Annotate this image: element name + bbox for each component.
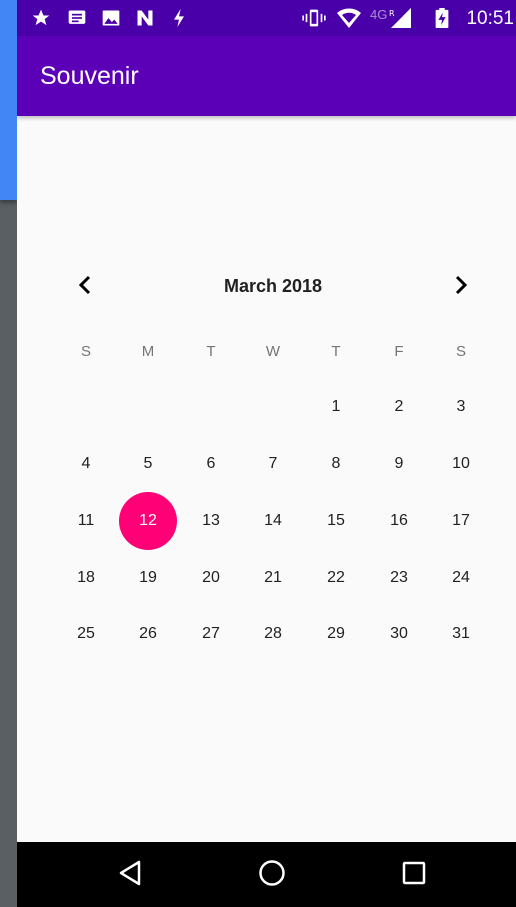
system-navigation-bar [17,842,516,907]
background-app-edge [0,0,17,200]
weekday-header-row: SMTWTFS [17,343,516,363]
calendar-day[interactable]: 23 [370,549,428,607]
status-bar: 4G R 10:51 [17,0,516,36]
weekday-label: T [206,343,216,360]
calendar-day[interactable]: 5 [119,435,177,493]
calendar-day[interactable]: 11 [57,492,115,550]
n-app-icon [135,8,155,33]
calendar-day[interactable]: 16 [370,492,428,550]
signal-icon: R [389,8,411,33]
home-icon [258,859,286,892]
calendar-day[interactable]: 8 [307,435,365,493]
weekday-label: M [141,343,155,360]
recents-icon [402,861,426,890]
calendar-day[interactable]: 13 [182,492,240,550]
calendar-day[interactable]: 27 [182,605,240,663]
calendar-day[interactable]: 26 [119,605,177,663]
calendar-header: March 2018 [17,265,516,309]
calendar-day[interactable]: 14 [244,492,302,550]
calendar-day[interactable]: 2 [370,378,428,436]
calendar-day[interactable]: 10 [432,435,490,493]
calendar-day-grid: 1 2 3 4 5 6 7 8 9 10 11 12 13 14 15 16 17 18 19 20 21 22 23 24 2… [17,0,516,907]
calendar-day[interactable]: 18 [57,549,115,607]
calendar-day[interactable]: 17 [432,492,490,550]
chevron-right-icon [453,275,469,300]
calendar-day[interactable]: 22 [307,549,365,607]
calendar-day[interactable]: 15 [307,492,365,550]
calendar-day[interactable]: 9 [370,435,428,493]
image-icon [101,8,121,33]
calendar-day[interactable]: 19 [119,549,177,607]
next-month-button[interactable] [439,265,483,309]
network-type-label: 4G [370,7,388,22]
phone-screen: 4G R 10:51 Souvenir March 2018 S M T W T F S 1… [17,0,516,907]
back-button[interactable] [111,856,149,894]
weekday-label: S [455,343,466,360]
vibrate-icon [302,8,326,33]
calendar-day[interactable]: 1 [307,378,365,436]
weekday-label: F [394,343,404,360]
calendar-day[interactable]: 4 [57,435,115,493]
calendar-day[interactable]: 25 [57,605,115,663]
calendar-day[interactable]: 28 [244,605,302,663]
status-time: 10:51 [466,8,514,29]
bolt-icon [171,8,187,33]
recents-button[interactable] [395,856,433,894]
star-icon [31,8,51,33]
message-icon [67,8,87,33]
calendar-day[interactable]: 21 [244,549,302,607]
calendar-day[interactable]: 31 [432,605,490,663]
back-icon [118,860,142,891]
weekday-label: W [265,343,281,360]
app-bar: Souvenir [17,36,516,116]
weekday-label: S [80,343,91,360]
calendar-day[interactable]: 7 [244,435,302,493]
calendar-day[interactable]: 24 [432,549,490,607]
calendar-day[interactable]: 3 [432,378,490,436]
calendar-day[interactable]: 30 [370,605,428,663]
calendar-day[interactable]: 29 [307,605,365,663]
svg-text:R: R [389,9,395,18]
app-title: Souvenir [40,62,139,90]
wifi-icon [337,8,361,33]
calendar-day[interactable]: 20 [182,549,240,607]
battery-charging-icon [435,8,449,33]
selected-day[interactable]: 12 [119,492,177,550]
calendar-day[interactable]: 6 [182,435,240,493]
weekday-label: T [331,343,341,360]
home-button[interactable] [253,856,291,894]
